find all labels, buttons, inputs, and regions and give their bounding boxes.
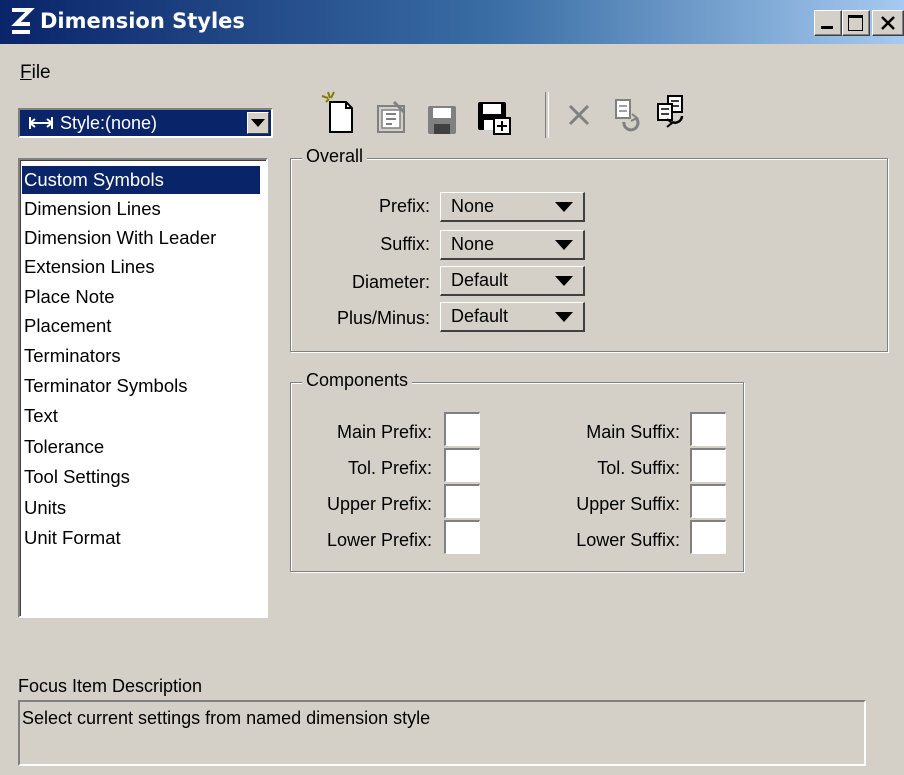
upper-prefix-label: Upper Prefix: bbox=[326, 494, 432, 514]
dropdown-arrow-icon bbox=[555, 240, 573, 250]
diameter-label: Diameter: bbox=[351, 272, 430, 292]
lower-suffix-label: Lower Suffix: bbox=[576, 530, 680, 550]
list-item-terminators[interactable]: Terminators bbox=[22, 342, 260, 370]
list-item-terminator-symbols[interactable]: Terminator Symbols bbox=[22, 372, 260, 400]
prefix-dropdown[interactable]: None bbox=[440, 192, 585, 222]
dropdown-arrow-icon bbox=[555, 202, 573, 212]
style-dropdown-value: Style:(none) bbox=[60, 113, 158, 133]
delete-button[interactable] bbox=[560, 88, 602, 138]
copy-style-button[interactable] bbox=[650, 88, 692, 138]
focus-description-text: Select current settings from named dimen… bbox=[22, 708, 431, 728]
list-item-units[interactable]: Units bbox=[22, 494, 260, 522]
close-button[interactable] bbox=[872, 10, 904, 36]
title-bar[interactable]: Dimension Styles bbox=[0, 0, 904, 44]
list-item-text[interactable]: Text bbox=[22, 402, 260, 430]
main-suffix-label: Main Suffix: bbox=[586, 422, 680, 442]
suffix-dropdown-value: None bbox=[451, 234, 495, 254]
style-dropdown[interactable]: Style:(none) bbox=[18, 108, 273, 138]
dropdown-arrow-icon bbox=[555, 276, 573, 286]
dimension-style-icon bbox=[29, 117, 53, 129]
new-style-icon bbox=[321, 91, 353, 133]
overall-group-title: Overall bbox=[302, 146, 368, 167]
main-suffix-field[interactable] bbox=[690, 412, 726, 446]
list-item-dimension-with-leader[interactable]: Dimension With Leader bbox=[22, 224, 260, 252]
list-item-custom-symbols[interactable]: Custom Symbols bbox=[22, 166, 260, 194]
prefix-dropdown-value: None bbox=[451, 196, 495, 216]
upper-prefix-field[interactable] bbox=[444, 484, 480, 518]
copy-style-icon bbox=[657, 95, 684, 128]
focus-item-description-label: Focus Item Description bbox=[18, 676, 203, 696]
list-item-unit-format[interactable]: Unit Format bbox=[22, 524, 260, 552]
properties-button[interactable] bbox=[370, 88, 412, 138]
diameter-dropdown[interactable]: Default bbox=[440, 266, 585, 296]
dropdown-arrow-icon bbox=[555, 312, 573, 322]
diameter-dropdown-value: Default bbox=[451, 270, 509, 290]
minimize-button[interactable] bbox=[814, 10, 842, 36]
save-button[interactable] bbox=[420, 88, 462, 138]
category-list[interactable]: Custom Symbols Dimension Lines Dimension… bbox=[18, 158, 268, 618]
main-prefix-label: Main Prefix: bbox=[336, 422, 432, 442]
tol-prefix-field[interactable] bbox=[444, 448, 480, 482]
list-item-placement[interactable]: Placement bbox=[22, 312, 260, 340]
tol-suffix-label: Tol. Suffix: bbox=[597, 458, 680, 478]
chevron-down-icon bbox=[251, 119, 265, 127]
plus-minus-label: Plus/Minus: bbox=[336, 308, 430, 328]
upper-suffix-label: Upper Suffix: bbox=[576, 494, 680, 514]
menu-file[interactable]: File bbox=[20, 62, 51, 84]
app-logo-icon bbox=[11, 8, 35, 34]
lower-prefix-field[interactable] bbox=[444, 520, 480, 554]
plus-minus-dropdown[interactable]: Default bbox=[440, 302, 585, 332]
list-item-place-note[interactable]: Place Note bbox=[22, 283, 260, 311]
save-as-icon bbox=[478, 102, 511, 135]
tol-prefix-label: Tol. Prefix: bbox=[347, 458, 432, 478]
style-dropdown-button[interactable] bbox=[247, 112, 269, 134]
save-icon bbox=[428, 106, 456, 134]
reset-icon bbox=[615, 99, 640, 132]
lower-prefix-label: Lower Prefix: bbox=[326, 530, 432, 550]
suffix-label: Suffix: bbox=[380, 234, 430, 254]
list-item-dimension-lines[interactable]: Dimension Lines bbox=[22, 195, 260, 223]
prefix-label: Prefix: bbox=[378, 196, 430, 216]
properties-icon bbox=[377, 100, 406, 133]
save-as-button[interactable] bbox=[472, 88, 514, 138]
upper-suffix-field[interactable] bbox=[690, 484, 726, 518]
toolbar-separator bbox=[545, 92, 549, 138]
list-item-tool-settings[interactable]: Tool Settings bbox=[22, 463, 260, 491]
close-icon bbox=[881, 16, 895, 30]
main-prefix-field[interactable] bbox=[444, 412, 480, 446]
list-item-extension-lines[interactable]: Extension Lines bbox=[22, 253, 260, 281]
maximize-button[interactable] bbox=[842, 10, 870, 36]
components-group-title: Components bbox=[302, 370, 413, 391]
suffix-dropdown[interactable]: None bbox=[440, 230, 585, 260]
lower-suffix-field[interactable] bbox=[690, 520, 726, 554]
tol-suffix-field[interactable] bbox=[690, 448, 726, 482]
window-title: Dimension Styles bbox=[40, 9, 245, 33]
minimize-icon bbox=[821, 26, 833, 29]
delete-icon bbox=[568, 104, 590, 126]
new-style-button[interactable] bbox=[318, 88, 360, 138]
maximize-icon bbox=[848, 15, 863, 31]
plus-minus-dropdown-value: Default bbox=[451, 306, 509, 326]
reset-button[interactable] bbox=[604, 88, 646, 138]
list-item-tolerance[interactable]: Tolerance bbox=[22, 433, 260, 461]
